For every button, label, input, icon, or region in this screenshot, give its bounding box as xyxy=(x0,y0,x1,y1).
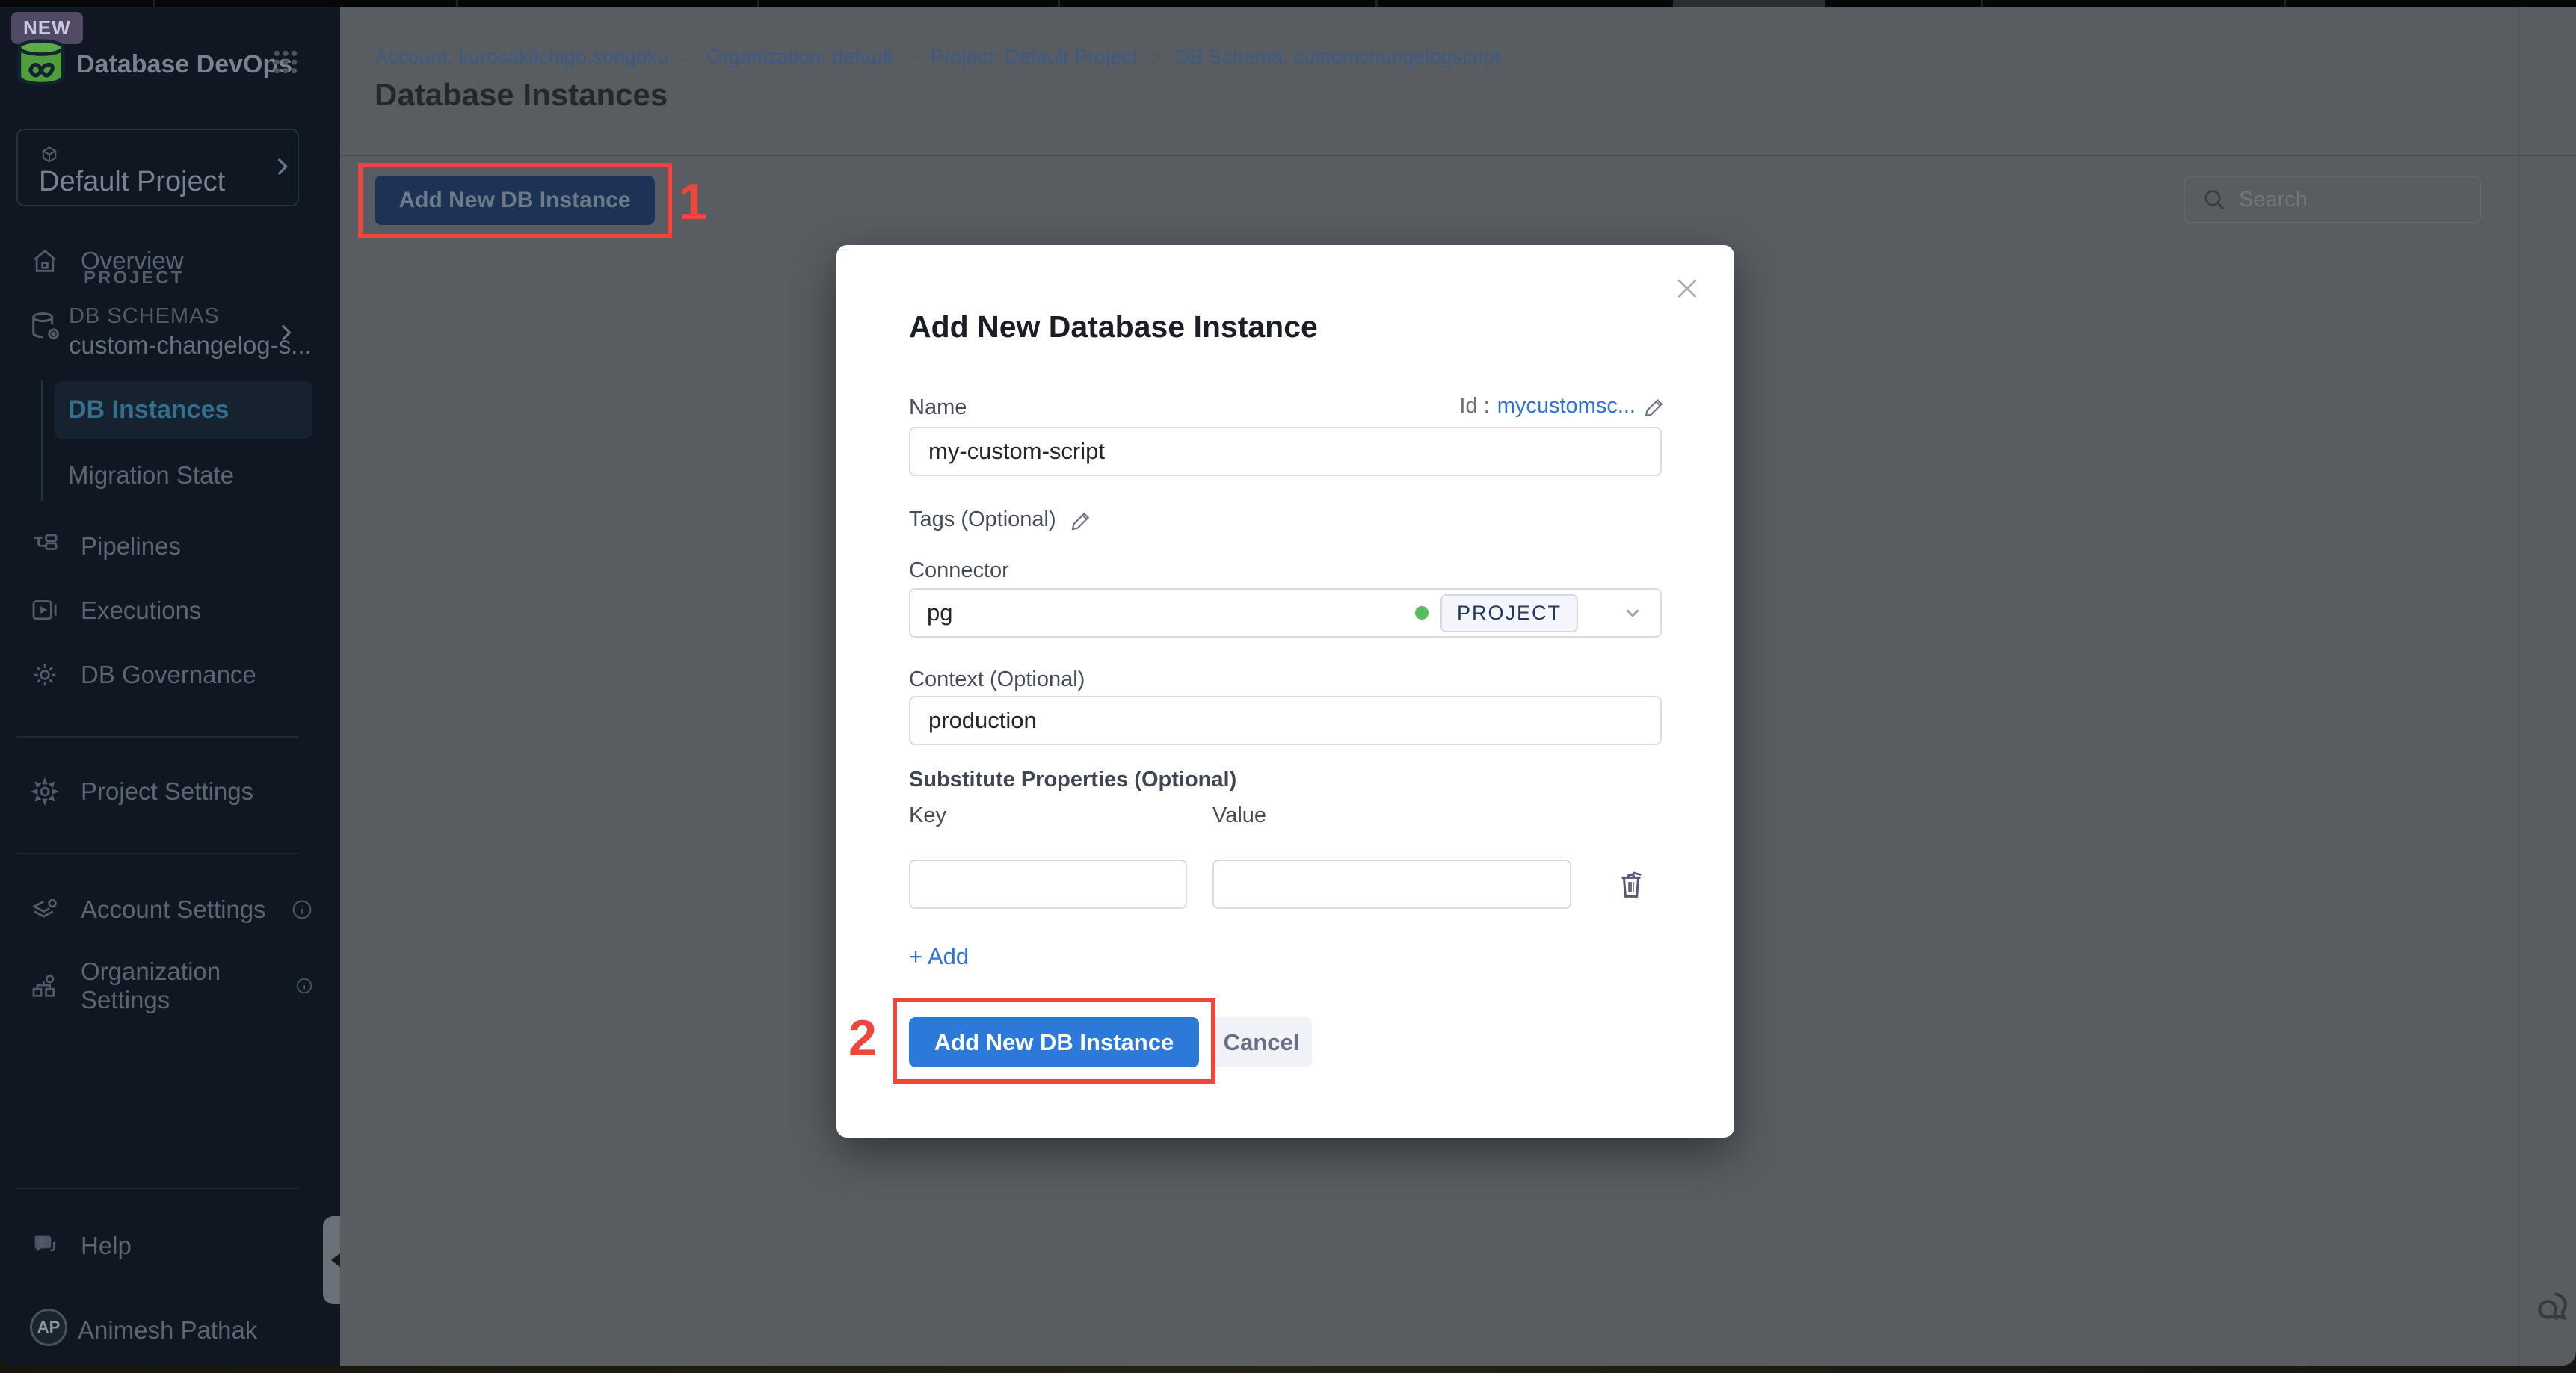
connector-value: pg xyxy=(927,599,952,626)
key-input[interactable] xyxy=(909,860,1187,909)
divider xyxy=(16,1188,299,1189)
project-selector-card[interactable]: PROJECT Default Project xyxy=(16,129,299,206)
annotation-box-2 xyxy=(893,998,1215,1084)
key-column-label: Key xyxy=(909,803,946,828)
edit-pencil-icon[interactable] xyxy=(1070,508,1094,532)
add-property-link[interactable]: + Add xyxy=(909,943,969,970)
context-input[interactable] xyxy=(909,696,1662,745)
breadcrumb-separator: > xyxy=(1150,46,1162,68)
breadcrumb-org-link[interactable]: Organization: default xyxy=(706,46,893,68)
context-label: Context (Optional) xyxy=(909,667,1085,692)
sidebar-item-label: Project Settings xyxy=(81,777,253,806)
app-window: NEW Database DevOps PROJECT Default Proj… xyxy=(0,7,2576,1366)
database-devops-logo-icon xyxy=(16,38,66,86)
connector-select[interactable]: pg PROJECT xyxy=(909,588,1662,638)
search-icon xyxy=(2201,187,2227,212)
annotation-box-1 xyxy=(358,163,672,238)
avatar[interactable]: AP xyxy=(30,1309,67,1346)
value-column-label: Value xyxy=(1212,803,1266,828)
sidebar-item-label: Organization Settings xyxy=(81,957,274,1014)
sidebar-item-account-settings[interactable]: Account Settings xyxy=(30,895,314,925)
connector-label: Connector xyxy=(909,558,1009,583)
sidebar-item-label: Pipelines xyxy=(81,532,181,561)
chevron-right-icon xyxy=(269,154,295,179)
sidebar-item-pipelines[interactable]: Pipelines xyxy=(30,531,314,561)
db-schemas-icon xyxy=(28,310,63,345)
sidebar-item-db-instances[interactable]: DB Instances xyxy=(55,381,312,439)
sidebar-item-label: Overview xyxy=(81,247,184,275)
sidebar-item-project-settings[interactable]: Project Settings xyxy=(30,777,314,806)
browser-tab-strip xyxy=(0,0,2576,7)
sidebar: NEW Database DevOps PROJECT Default Proj… xyxy=(0,7,340,1366)
search-box[interactable] xyxy=(2184,176,2481,223)
sidebar-item-help[interactable]: ? Help xyxy=(30,1231,299,1261)
sidebar-item-label: Help xyxy=(81,1232,132,1260)
annotation-number-1: 1 xyxy=(679,173,707,231)
id-value-link[interactable]: mycustomsc... xyxy=(1497,394,1636,419)
home-icon xyxy=(30,246,60,276)
desktop-wallpaper-sliver xyxy=(0,1366,2576,1373)
help-chat-icon: ? xyxy=(30,1231,60,1261)
sidebar-item-label: Migration State xyxy=(68,461,234,489)
edit-pencil-icon[interactable] xyxy=(1643,395,1667,419)
divider xyxy=(16,736,299,738)
connector-status-dot xyxy=(1415,606,1429,620)
organization-settings-icon xyxy=(30,971,60,1001)
account-settings-icon xyxy=(30,895,60,925)
gear-icon xyxy=(30,777,60,806)
info-icon[interactable] xyxy=(290,898,314,922)
add-db-instance-modal: Add New Database Instance Name Id : mycu… xyxy=(836,245,1734,1138)
chat-support-icon[interactable] xyxy=(2530,1286,2572,1328)
svg-text:?: ? xyxy=(39,1237,46,1249)
executions-icon xyxy=(30,596,60,626)
breadcrumb-separator: > xyxy=(906,46,918,68)
sidebar-item-overview[interactable]: Overview xyxy=(30,246,314,276)
sidebar-item-migration-state[interactable]: Migration State xyxy=(68,461,234,490)
db-governance-icon xyxy=(30,660,60,690)
page-title: Database Instances xyxy=(375,77,668,113)
substitute-properties-label: Substitute Properties (Optional) xyxy=(909,768,1236,792)
search-input[interactable] xyxy=(2239,188,2463,212)
sidebar-item-label: Account Settings xyxy=(81,895,266,924)
annotation-number-2: 2 xyxy=(848,1009,877,1067)
name-input[interactable] xyxy=(909,427,1662,476)
tags-row: Tags (Optional) xyxy=(909,507,1094,532)
sidebar-item-label: Executions xyxy=(81,596,201,625)
breadcrumb: Account: kurosakiichigo.songoku > Organi… xyxy=(375,46,1500,69)
sidebar-item-organization-settings[interactable]: Organization Settings xyxy=(30,957,314,1014)
breadcrumb-project-link[interactable]: Project: Default Project xyxy=(931,46,1137,68)
sidebar-item-label: DB Instances xyxy=(68,395,229,425)
sidebar-item-db-governance[interactable]: DB Governance xyxy=(30,660,314,690)
sidebar-item-label: DB Governance xyxy=(81,661,256,689)
project-card-name: Default Project xyxy=(39,166,225,198)
id-label: Id : xyxy=(1459,394,1489,419)
close-icon[interactable] xyxy=(1672,274,1702,303)
sidebar-item-executions[interactable]: Executions xyxy=(30,596,314,626)
project-cube-icon xyxy=(39,145,60,166)
breadcrumb-account-link[interactable]: Account: kurosakiichigo.songoku xyxy=(375,46,668,68)
nav-tree-line xyxy=(41,380,43,502)
chevron-right-icon xyxy=(274,321,298,345)
user-name: Animesh Pathak xyxy=(78,1316,257,1345)
sidebar-item-db-schemas[interactable]: DB SCHEMAS xyxy=(69,304,220,329)
trash-icon[interactable] xyxy=(1614,867,1648,901)
scrollbar[interactable] xyxy=(2518,7,2519,1366)
pipelines-icon xyxy=(30,531,60,561)
id-row: Id : mycustomsc... xyxy=(1459,394,1667,419)
breadcrumb-schema-link[interactable]: DB Schema: customchangelogscript xyxy=(1175,46,1500,68)
breadcrumb-separator: > xyxy=(682,46,694,68)
modal-title: Add New Database Instance xyxy=(909,309,1318,345)
divider xyxy=(16,853,299,854)
chevron-down-icon xyxy=(1621,602,1644,624)
app-title: Database DevOps xyxy=(76,50,292,79)
value-input[interactable] xyxy=(1212,860,1571,909)
cancel-button[interactable]: Cancel xyxy=(1211,1017,1312,1067)
tags-label: Tags (Optional) xyxy=(909,507,1056,532)
app-switcher-grid-icon[interactable] xyxy=(271,47,301,77)
name-label: Name xyxy=(909,395,967,420)
divider xyxy=(340,155,2576,156)
connector-scope-badge: PROJECT xyxy=(1440,594,1578,632)
info-icon[interactable] xyxy=(295,974,314,998)
